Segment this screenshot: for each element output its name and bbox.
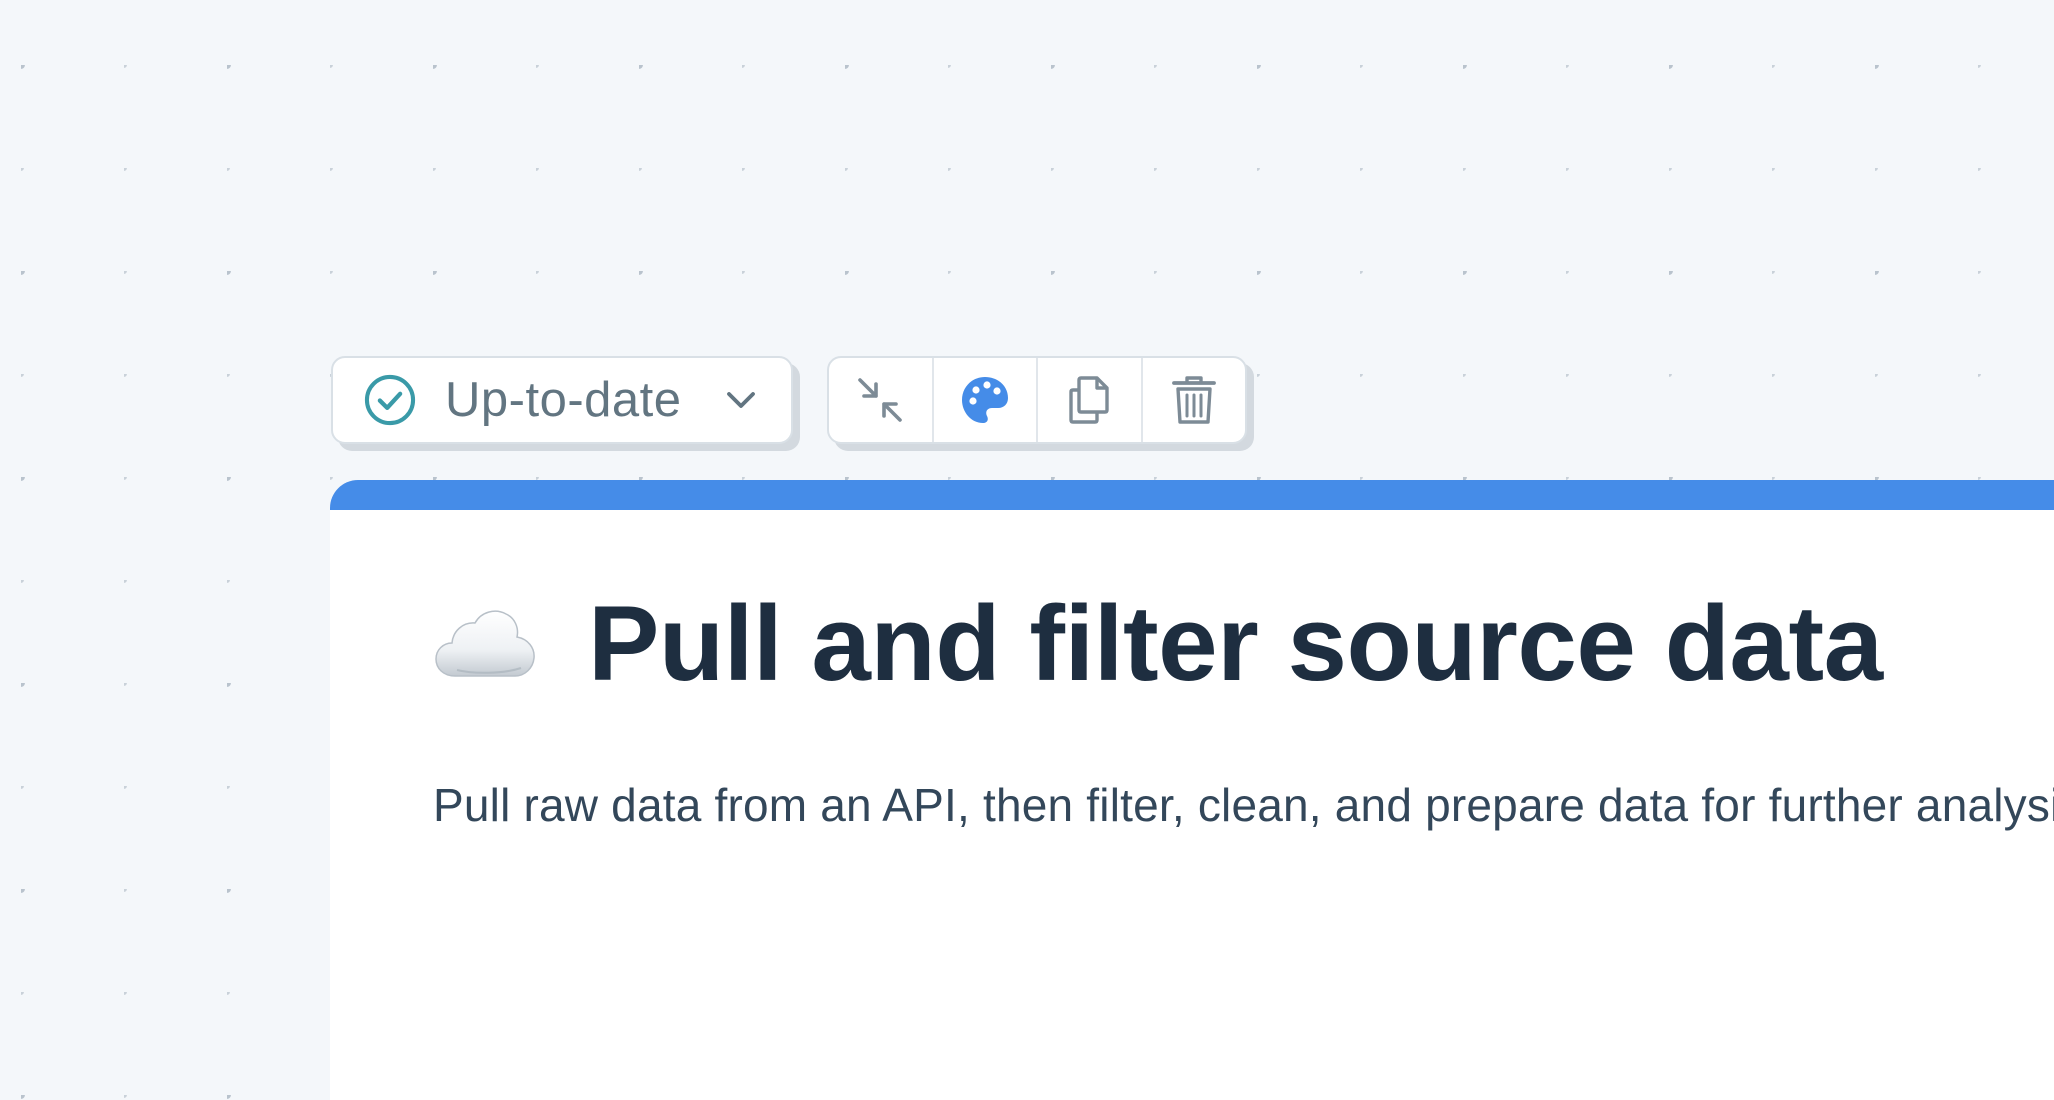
duplicate-button[interactable] xyxy=(1038,358,1143,442)
card-description: Pull raw data from an API, then filter, … xyxy=(433,779,2054,831)
card-title: Pull and filter source data xyxy=(588,583,1883,703)
chevron-down-icon xyxy=(721,380,761,420)
palette-icon xyxy=(961,377,1008,423)
copy-icon xyxy=(1069,376,1109,424)
collapse-arrows-icon xyxy=(858,378,903,422)
node-card[interactable]: Pull and filter source data Pull raw dat… xyxy=(330,480,2054,1100)
check-circle-icon xyxy=(363,373,417,427)
status-dropdown[interactable]: Up-to-date xyxy=(331,356,793,444)
status-label: Up-to-date xyxy=(445,373,682,427)
node-toolbar xyxy=(827,356,1247,444)
trash-icon xyxy=(1171,376,1216,424)
delete-button[interactable] xyxy=(1143,358,1246,442)
collapse-button[interactable] xyxy=(829,358,934,442)
color-button[interactable] xyxy=(934,358,1038,442)
cloud-icon xyxy=(433,604,538,684)
card-accent-bar xyxy=(330,480,2054,510)
card-title-row: Pull and filter source data xyxy=(433,590,1883,697)
